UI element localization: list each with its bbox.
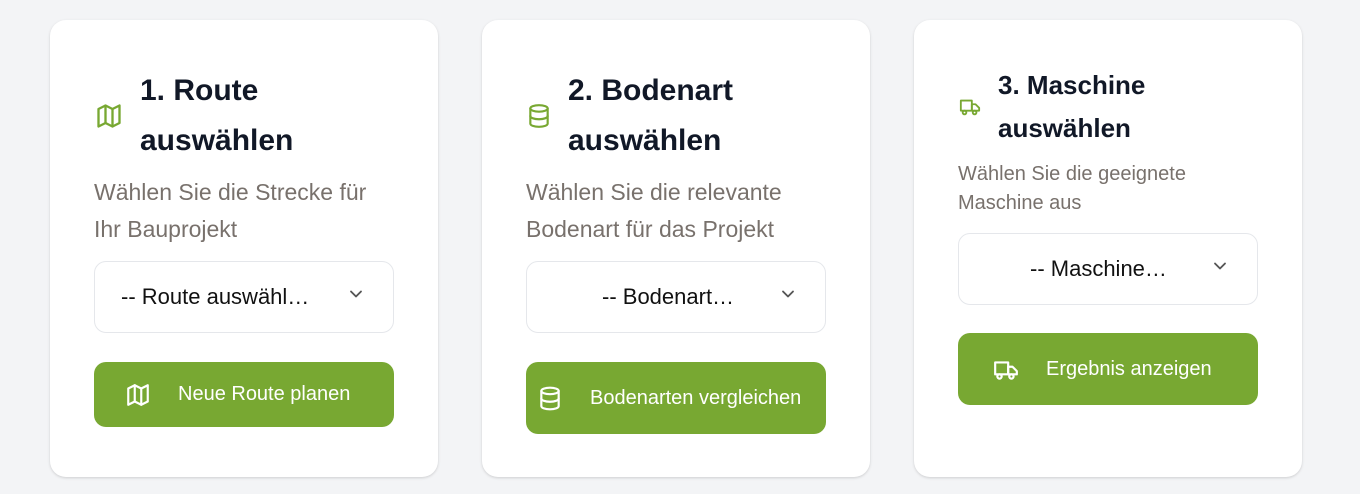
- chevron-down-icon: [346, 284, 366, 310]
- machine-description-line2: Maschine aus: [958, 192, 1082, 214]
- route-title-line1: 1. Route: [140, 74, 259, 107]
- route-card: 1. Route auswählen Wählen Sie die Streck…: [50, 20, 438, 477]
- database-icon: [526, 102, 552, 130]
- compare-soil-button-label: Bodenarten vergleichen: [590, 386, 802, 409]
- route-select[interactable]: -- Route auswähl…: [94, 261, 394, 333]
- chevron-down-icon: [778, 284, 798, 310]
- soil-description: Wählen Sie die relevante Bodenart für da…: [526, 174, 782, 248]
- route-description-line2: Ihr Bauprojekt: [94, 216, 238, 242]
- machine-title: 3. Maschine auswählen: [998, 64, 1145, 150]
- route-description-line1: Wählen Sie die Strecke für: [94, 179, 367, 205]
- soil-select-value: -- Bodenart…: [602, 284, 735, 309]
- route-select-value: -- Route auswähl…: [121, 284, 310, 309]
- route-title-line2: auswählen: [140, 124, 294, 157]
- soil-description-line2: Bodenart für das Projekt: [526, 216, 775, 242]
- route-title: 1. Route auswählen: [140, 66, 293, 166]
- soil-select[interactable]: -- Bodenart…: [526, 261, 826, 333]
- soil-title-line2: auswählen: [568, 124, 722, 157]
- route-heading: 1. Route auswählen: [94, 66, 293, 166]
- machine-card: 3. Maschine auswählen Wählen Sie die gee…: [914, 20, 1302, 477]
- truck-icon: [958, 96, 982, 118]
- machine-description: Wählen Sie die geeignete Maschine aus: [958, 160, 1186, 218]
- truck-icon: [992, 357, 1020, 388]
- show-result-button[interactable]: Ergebnis anzeigen: [958, 333, 1258, 405]
- soil-card: 2. Bodenart auswählen Wählen Sie die rel…: [482, 20, 870, 477]
- machine-heading: 3. Maschine auswählen: [958, 64, 1145, 150]
- plan-route-button-label: Neue Route planen: [178, 383, 351, 405]
- machine-select[interactable]: -- Maschine…: [958, 233, 1258, 305]
- route-description: Wählen Sie die Strecke für Ihr Bauprojek…: [94, 174, 366, 248]
- database-icon: [537, 385, 563, 417]
- map-icon: [125, 382, 151, 413]
- soil-title-line1: 2. Bodenart: [568, 74, 734, 107]
- machine-title-line1: 3. Maschine: [998, 70, 1146, 100]
- plan-route-button[interactable]: Neue Route planen: [94, 362, 394, 427]
- map-icon: [94, 102, 124, 130]
- soil-heading: 2. Bodenart auswählen: [526, 66, 733, 166]
- machine-select-value: -- Maschine…: [1030, 256, 1167, 281]
- compare-soil-button[interactable]: Bodenarten vergleichen: [526, 362, 826, 434]
- soil-description-line1: Wählen Sie die relevante: [526, 179, 782, 205]
- machine-description-line1: Wählen Sie die geeignete: [958, 163, 1186, 185]
- machine-title-line2: auswählen: [998, 113, 1131, 143]
- show-result-button-label: Ergebnis anzeigen: [1046, 357, 1212, 380]
- chevron-down-icon: [1210, 256, 1230, 282]
- soil-title: 2. Bodenart auswählen: [568, 66, 733, 166]
